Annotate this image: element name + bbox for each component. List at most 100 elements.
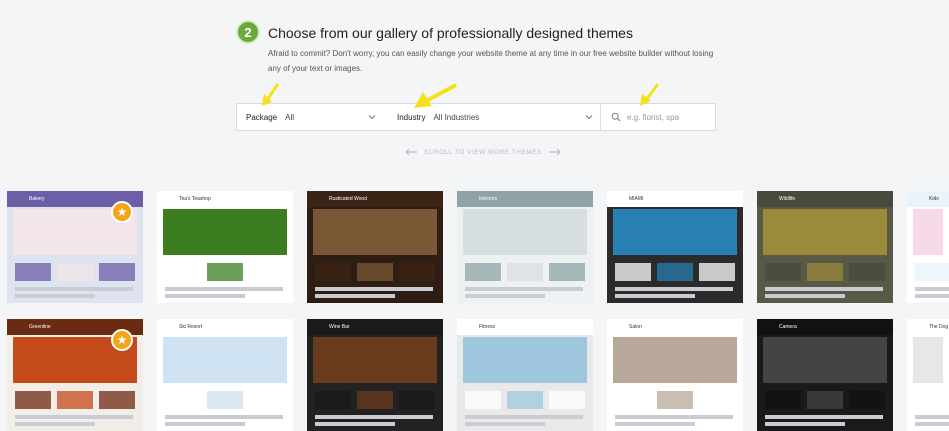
theme-preview-content-block — [249, 391, 285, 409]
theme-preview-text-line — [15, 422, 95, 426]
theme-preview-text-line — [765, 422, 845, 426]
industry-value: All Industries — [433, 112, 480, 122]
theme-thumbnail[interactable]: Bakery ★ — [7, 191, 143, 303]
theme-site-name: Kids — [929, 196, 939, 202]
theme-preview-content-block — [699, 263, 735, 281]
industry-label: Industry — [397, 112, 426, 122]
theme-thumbnail[interactable]: Kids — [907, 191, 949, 303]
theme-preview-content-block — [249, 263, 285, 281]
annotation-arrow-icon — [414, 83, 457, 108]
theme-preview-text-line — [315, 415, 433, 419]
theme-thumbnail[interactable]: Ski Resort — [157, 319, 293, 431]
theme-preview-header — [307, 319, 443, 335]
theme-preview-text-line — [315, 287, 433, 291]
arrow-left-icon[interactable] — [404, 148, 418, 156]
theme-thumbnail[interactable]: Greenline ★ — [7, 319, 143, 431]
theme-preview-text-line — [615, 287, 733, 291]
theme-preview-content-block — [507, 263, 543, 281]
theme-thumbnail[interactable]: Wine Bar — [307, 319, 443, 431]
step-number-badge: 2 — [236, 20, 260, 44]
theme-preview-hero-image — [613, 209, 737, 255]
theme-preview-content-block — [15, 263, 51, 281]
theme-preview-header — [457, 191, 593, 207]
theme-thumbnail[interactable]: Wildlife — [757, 191, 893, 303]
theme-preview-header — [457, 319, 593, 335]
theme-preview-content-block — [507, 391, 543, 409]
theme-thumbnail[interactable]: Salon — [607, 319, 743, 431]
search-icon — [611, 112, 621, 122]
theme-preview-hero-image — [463, 209, 587, 255]
theme-preview-content-block — [99, 263, 135, 281]
theme-preview-content-block — [615, 391, 651, 409]
theme-preview-hero-image — [463, 337, 587, 383]
theme-preview-content-block — [699, 391, 735, 409]
theme-thumbnail[interactable]: Rusticated Wood — [307, 191, 443, 303]
theme-preview-text-line — [615, 422, 695, 426]
theme-preview-hero-image — [763, 209, 887, 255]
annotation-arrow-icon — [262, 83, 280, 106]
theme-preview-header — [607, 191, 743, 207]
theme-preview-content-block — [615, 263, 651, 281]
theme-site-name: MIAMI — [629, 196, 644, 202]
arrow-right-icon[interactable] — [548, 148, 562, 156]
theme-preview-content-block — [849, 263, 885, 281]
theme-site-name: Salon — [629, 324, 642, 330]
theme-preview-content-block — [765, 263, 801, 281]
theme-thumbnail[interactable]: Tea's Teashop — [157, 191, 293, 303]
theme-preview-content-block — [165, 263, 201, 281]
theme-preview-text-line — [615, 415, 733, 419]
theme-preview-content-block — [765, 391, 801, 409]
theme-site-name: Rusticated Wood — [329, 196, 367, 202]
theme-thumbnail[interactable]: Camera — [757, 319, 893, 431]
theme-preview-header — [757, 191, 893, 207]
theme-thumbnail[interactable]: Fitness — [457, 319, 593, 431]
theme-preview-text-line — [465, 287, 583, 291]
theme-site-name: Wildlife — [779, 196, 796, 202]
theme-preview-content-block — [99, 391, 135, 409]
theme-preview-hero-image — [313, 209, 437, 255]
theme-preview-hero-image — [913, 337, 943, 383]
theme-preview-content-block — [465, 263, 501, 281]
theme-preview-text-line — [765, 294, 845, 298]
theme-preview-content-block — [549, 391, 585, 409]
theme-site-name: Bakery — [29, 196, 45, 202]
theme-preview-content-block — [915, 263, 949, 281]
theme-preview-header — [157, 191, 293, 207]
theme-preview-hero-image — [163, 337, 287, 383]
theme-thumbnail[interactable]: MIAMI — [607, 191, 743, 303]
theme-preview-header — [157, 319, 293, 335]
step-description: Afraid to commit? Don't worry, you can e… — [268, 49, 714, 73]
theme-preview-content-block — [207, 263, 243, 281]
theme-preview-content-block — [549, 263, 585, 281]
theme-preview-content-block — [165, 391, 201, 409]
theme-preview-text-line — [465, 294, 545, 298]
theme-preview-content-block — [657, 263, 693, 281]
theme-preview-text-line — [465, 415, 583, 419]
theme-preview-hero-image — [163, 209, 287, 255]
theme-thumbnail[interactable]: Interiors — [457, 191, 593, 303]
theme-preview-text-line — [15, 415, 133, 419]
theme-preview-text-line — [465, 422, 545, 426]
theme-preview-content-block — [399, 391, 435, 409]
featured-star-icon: ★ — [111, 201, 133, 223]
theme-preview-content-block — [807, 263, 843, 281]
theme-preview-text-line — [315, 294, 395, 298]
theme-preview-text-line — [915, 294, 949, 298]
theme-preview-hero-image — [763, 337, 887, 383]
theme-preview-content-block — [357, 263, 393, 281]
theme-preview-text-line — [165, 422, 245, 426]
theme-preview-text-line — [315, 422, 395, 426]
step-title: Choose from our gallery of professionall… — [268, 25, 633, 41]
theme-preview-header — [907, 191, 949, 207]
theme-preview-text-line — [915, 287, 949, 291]
theme-preview-content-block — [807, 391, 843, 409]
theme-preview-content-block — [315, 391, 351, 409]
theme-preview-content-block — [657, 391, 693, 409]
package-label: Package — [246, 112, 278, 122]
theme-preview-hero-image — [613, 337, 737, 383]
scroll-hint: SCROLL TO VIEW MORE THEMES — [404, 148, 562, 156]
theme-thumbnail[interactable]: The Dog — [907, 319, 949, 431]
theme-site-name: The Dog — [929, 324, 949, 330]
theme-site-name: Fitness — [479, 324, 496, 330]
theme-preview-content-block — [57, 391, 93, 409]
